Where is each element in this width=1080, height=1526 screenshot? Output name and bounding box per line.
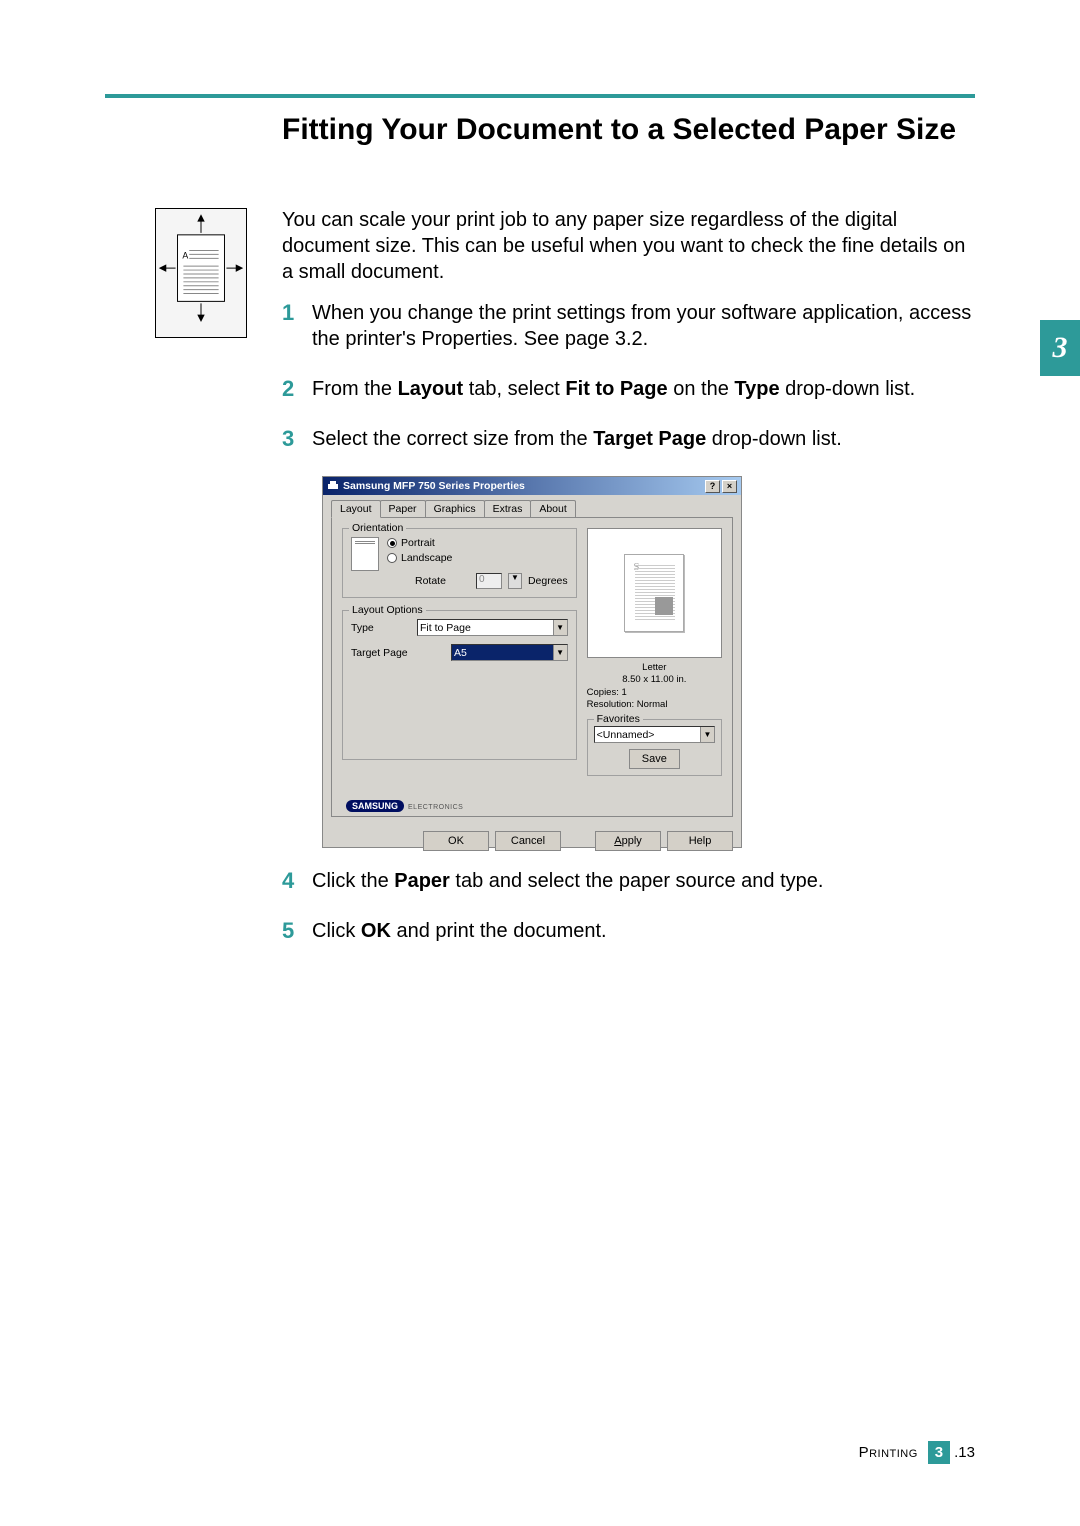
cancel-button[interactable]: Cancel [495,831,561,851]
radio-label: Portrait [401,537,435,549]
printer-icon [327,480,339,492]
page-footer: Printing 3 .13 [859,1441,975,1464]
layout-options-legend: Layout Options [349,604,426,616]
tab-extras[interactable]: Extras [484,500,532,518]
step-5: 5 Click OK and print the document. [282,918,975,944]
radio-icon [387,538,397,548]
properties-dialog: Samsung MFP 750 Series Properties ? × La… [322,476,742,848]
tab-panel-layout: Orientation Portrait Landscape Rotate 0 [331,517,733,817]
preview-page-icon: S [624,554,684,632]
intro-text: You can scale your print job to any pape… [282,207,975,285]
step-text: From the Layout tab, select Fit to Page … [312,376,915,402]
radio-landscape[interactable]: Landscape [387,552,568,564]
rotate-input[interactable]: 0 [476,573,502,589]
radio-icon [387,553,397,563]
preview-size-name: Letter [587,662,722,674]
orientation-icon [351,537,379,571]
step-text: Click OK and print the document. [312,918,607,944]
type-dropdown[interactable]: Fit to Page ▼ [417,619,568,636]
dropdown-value: A5 [454,647,467,659]
footer-section: Printing [859,1444,918,1461]
samsung-sub: ELECTRONICS [408,804,463,811]
chevron-down-icon: ▼ [700,727,714,742]
favorites-group: Favorites <Unnamed>▼ Save [587,719,722,776]
tab-layout[interactable]: Layout [331,500,381,518]
titlebar-close-button[interactable]: × [722,480,737,493]
step-number: 1 [282,300,312,352]
fit-to-page-diagram: A [155,208,247,338]
rotate-label: Rotate [415,575,446,587]
chevron-down-icon: ▼ [553,620,567,635]
step-number: 3 [282,426,312,452]
preview-resolution: Resolution: Normal [587,699,722,711]
titlebar-help-button[interactable]: ? [705,480,720,493]
orientation-legend: Orientation [349,522,406,534]
footer-page-number: .13 [954,1444,975,1461]
step-text: When you change the print settings from … [312,300,975,352]
dialog-title-text: Samsung MFP 750 Series Properties [343,480,525,492]
radio-label: Landscape [401,552,452,564]
dialog-body: Layout Paper Graphics Extras About Orien… [323,495,741,825]
print-preview: S [587,528,722,658]
radio-portrait[interactable]: Portrait [387,537,568,549]
step-number: 5 [282,918,312,944]
favorites-legend: Favorites [594,713,643,725]
tab-about[interactable]: About [530,500,575,518]
apply-button[interactable]: Apply [595,831,661,851]
tab-paper[interactable]: Paper [380,500,426,518]
step-3: 3 Select the correct size from the Targe… [282,426,975,452]
favorites-dropdown[interactable]: <Unnamed> ▼ [594,726,715,743]
chevron-down-icon: ▼ [553,645,567,660]
step-4: 4 Click the Paper tab and select the pap… [282,868,975,894]
target-page-dropdown[interactable]: A5 ▼ [451,644,568,661]
target-page-label: Target Page [351,647,417,659]
preview-copies: Copies: 1 [587,687,722,699]
dialog-titlebar: Samsung MFP 750 Series Properties ? × [323,477,741,495]
dropdown-value: <Unnamed> [597,729,655,741]
step-1: 1 When you change the print settings fro… [282,300,975,352]
layout-options-group: Layout Options Type Fit to Page▼ Target … [342,610,577,760]
step-2: 2 From the Layout tab, select Fit to Pag… [282,376,975,402]
dialog-buttons: OK Cancel Apply Help [323,825,741,857]
ok-button[interactable]: OK [423,831,489,851]
degrees-label: Degrees [528,575,568,587]
dropdown-value: Fit to Page [420,622,471,634]
chapter-tab: 3 [1040,320,1080,376]
save-favorites-button[interactable]: Save [629,749,680,769]
step-number: 4 [282,868,312,894]
preview-size-dim: 8.50 x 11.00 in. [587,674,722,686]
orientation-group: Orientation Portrait Landscape Rotate 0 [342,528,577,598]
dialog-tabs: Layout Paper Graphics Extras About [331,500,733,518]
step-text: Click the Paper tab and select the paper… [312,868,823,894]
footer-chapter-box: 3 [928,1441,950,1464]
step-number: 2 [282,376,312,402]
svg-text:A: A [182,250,188,260]
preview-info: Letter 8.50 x 11.00 in. Copies: 1 Resolu… [587,662,722,711]
help-button[interactable]: Help [667,831,733,851]
type-label: Type [351,622,417,634]
samsung-badge: SAMSUNG [346,800,404,812]
rotate-spinner[interactable]: ▼ [508,573,522,589]
page-title: Fitting Your Document to a Selected Pape… [282,110,975,151]
steps-list: 1 When you change the print settings fro… [282,300,975,968]
step-text: Select the correct size from the Target … [312,426,842,452]
samsung-logo: SAMSUNG ELECTRONICS [346,800,463,812]
top-rule [105,94,975,98]
tab-graphics[interactable]: Graphics [425,500,485,518]
